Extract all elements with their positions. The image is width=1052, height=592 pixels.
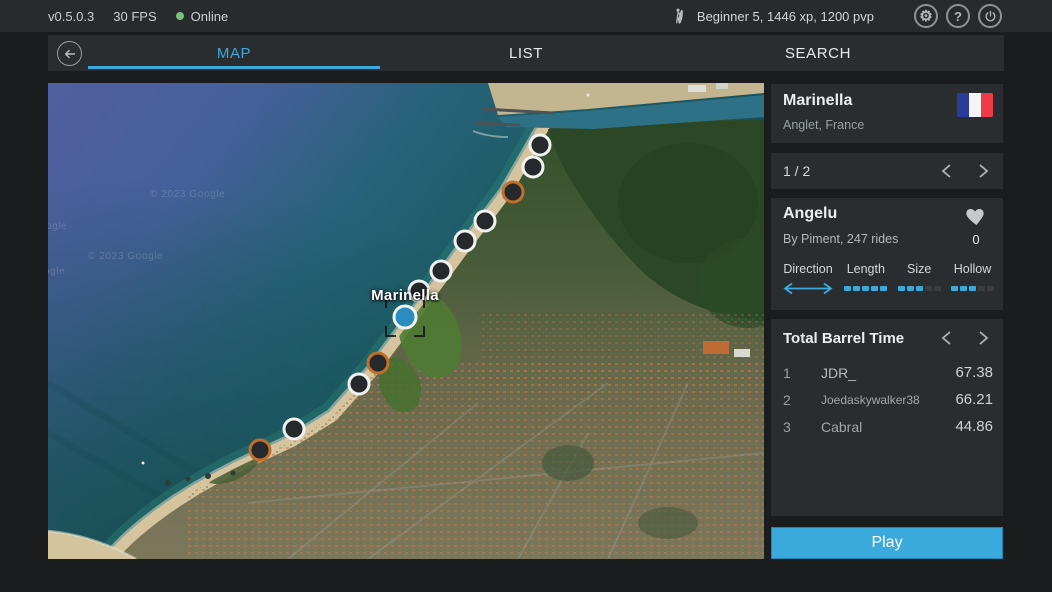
power-icon [985, 10, 995, 21]
surfer-icon [671, 7, 689, 25]
prev-leaderboard-button[interactable] [933, 324, 961, 352]
settings-button[interactable]: ⚙ [914, 4, 938, 28]
leaderboard-title: Total Barrel Time [783, 329, 905, 347]
help-button[interactable]: ? [946, 4, 970, 28]
barrel-time-value: 44.86 [955, 418, 993, 435]
wave-stat-size: Size [897, 262, 941, 295]
google-watermark: © 2023 Google [88, 251, 164, 262]
wave-stat-direction: Direction [782, 262, 834, 295]
map-marker[interactable] [453, 229, 477, 253]
hollow-meter [950, 282, 994, 295]
barrel-time-value: 67.38 [955, 364, 993, 381]
google-watermark: © 2023 Google [48, 266, 66, 277]
wave-stat-length: Length [844, 262, 888, 295]
wave-byline: By Piment, 247 rides [783, 232, 899, 246]
player-name: JDR_ [821, 364, 857, 381]
france-flag-icon [957, 93, 993, 117]
quit-button[interactable] [978, 4, 1002, 28]
player-status: Beginner 5, 1446 xp, 1200 pvp [696, 8, 874, 24]
spot-location: Anglet, France [783, 118, 865, 132]
rank: 2 [783, 391, 791, 408]
game-screen: v0.5.0.3 30 FPS Online Beginner 5, 1446 … [0, 0, 1052, 592]
next-wave-button[interactable] [969, 157, 997, 185]
chevron-right-icon [979, 331, 989, 345]
like-count: 0 [972, 232, 980, 247]
google-watermark: © 2023 Google [48, 221, 68, 232]
online-dot-icon [175, 12, 184, 20]
tab-map-underline [88, 66, 380, 69]
length-meter [844, 282, 888, 295]
spot-name: Marinella [783, 92, 853, 109]
wave-pagination-card: 1 / 2 [771, 153, 1003, 189]
map-marker[interactable] [366, 351, 390, 375]
map-marker[interactable] [248, 438, 272, 462]
player-name: Joedaskywalker38 [821, 392, 920, 407]
direction-both-arrow-icon [783, 282, 833, 295]
spot-info-panel: Marinella Anglet, France 1 / 2 Angelu By… [771, 83, 1003, 559]
back-button[interactable] [57, 41, 82, 66]
question-icon: ? [954, 8, 962, 24]
leaderboard-row: 1 JDR_ 67.38 [771, 359, 1003, 386]
heart-icon [965, 209, 984, 225]
chevron-right-icon [979, 164, 989, 178]
version-label: v0.5.0.3 [48, 8, 95, 24]
top-status-bar: v0.5.0.3 30 FPS Online Beginner 5, 1446 … [0, 0, 1052, 32]
map-marker[interactable] [521, 155, 545, 179]
pagination-label: 1 / 2 [783, 163, 811, 179]
wave-stat-hollow: Hollow [950, 262, 994, 295]
tab-list[interactable]: LIST [380, 35, 672, 71]
play-button[interactable]: Play [771, 527, 1003, 559]
leaderboard-row: 3 Cabral 44.86 [771, 413, 1003, 440]
map-marker[interactable] [282, 417, 306, 441]
tab-map[interactable]: MAP [88, 35, 380, 71]
wave-name: Angelu [783, 205, 838, 222]
map-marker-selected[interactable] [392, 304, 418, 330]
selected-spot-label: Marinella [371, 287, 439, 304]
map-marker[interactable] [347, 372, 371, 396]
player-name: Cabral [821, 418, 863, 435]
fps-label: 30 FPS [113, 8, 157, 24]
tab-list-label: LIST [508, 44, 544, 62]
like-button[interactable]: 0 [960, 204, 992, 247]
barrel-time-value: 66.21 [955, 391, 993, 408]
wave-stats: Direction Length Size Hollow [782, 262, 994, 295]
size-meter [897, 282, 941, 295]
tab-bar: MAP LIST SEARCH [48, 35, 1004, 71]
rank: 1 [783, 364, 791, 381]
map-marker[interactable] [473, 209, 497, 233]
chevron-left-icon [941, 164, 951, 178]
tab-search-label: SEARCH [784, 44, 852, 62]
rank: 3 [783, 418, 791, 435]
prev-wave-button[interactable] [933, 157, 961, 185]
google-watermark: © 2023 Google [150, 189, 226, 200]
tab-search[interactable]: SEARCH [672, 35, 964, 71]
tabs: MAP LIST SEARCH [88, 35, 964, 71]
leaderboard-card: Total Barrel Time 1 JDR_ 67.38 2 Joedaskywal… [771, 319, 1003, 516]
online-status: Online [175, 8, 229, 24]
spot-header-card: Marinella Anglet, France [771, 84, 1003, 143]
wave-details-card: Angelu By Piment, 247 rides 0 Direction L… [771, 198, 1003, 310]
map-marker[interactable] [528, 133, 552, 157]
next-leaderboard-button[interactable] [969, 324, 997, 352]
map-marker[interactable] [501, 180, 525, 204]
gear-icon: ⚙ [919, 7, 933, 25]
leaderboard-rows: 1 JDR_ 67.38 2 Joedaskywalker38 66.21 3 Cabral 4… [771, 359, 1003, 440]
tab-map-label: MAP [216, 44, 252, 62]
play-button-label: Play [871, 534, 903, 551]
map-marker[interactable] [429, 259, 453, 283]
chevron-left-icon [941, 331, 951, 345]
online-label: Online [190, 8, 229, 24]
back-arrow-icon [64, 49, 75, 58]
satellite-map[interactable]: © 2023 Google © 2023 Google © 2023 Google ©… [48, 83, 764, 559]
leaderboard-row: 2 Joedaskywalker38 66.21 [771, 386, 1003, 413]
